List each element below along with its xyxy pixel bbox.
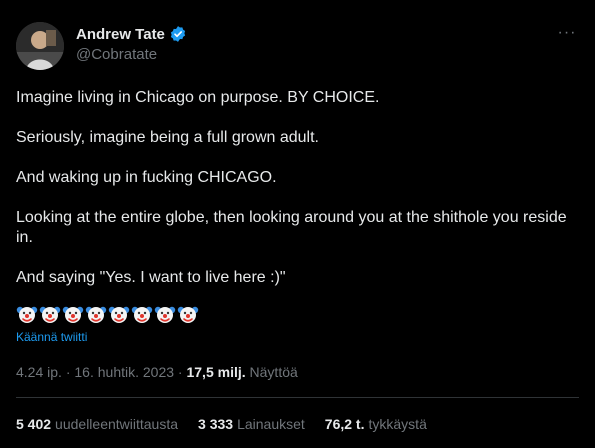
tweet-text: Imagine living in Chicago on purpose. BY… [16, 88, 576, 308]
tweet-time[interactable]: 4.24 ip. [16, 364, 62, 380]
stat-count: 3 333 [198, 416, 234, 432]
stat-likes[interactable]: 76,2 t. tykkäystä [325, 416, 427, 432]
clown-emoji-row [16, 303, 199, 325]
author-names: Andrew Tate @Cobratate [76, 25, 187, 63]
clown-face-icon [39, 303, 61, 325]
stat-label: uudelleentwiittausta [55, 416, 179, 432]
tweet-header: Andrew Tate @Cobratate ··· [16, 22, 579, 70]
views-label: Näyttöä [249, 364, 298, 380]
tweet-paragraph: And waking up in fucking CHICAGO. [16, 169, 277, 186]
stat-count: 5 402 [16, 416, 52, 432]
clown-face-icon [62, 303, 84, 325]
meta-separator: · [65, 364, 71, 380]
stat-quotes[interactable]: 3 333 Lainaukset [198, 416, 305, 432]
clown-face-icon [85, 303, 107, 325]
clown-face-icon [16, 303, 38, 325]
tweet: Andrew Tate @Cobratate ··· Imagine livin… [0, 0, 595, 448]
clown-face-icon [177, 303, 199, 325]
verified-badge-icon [169, 25, 187, 43]
translate-tweet-link[interactable]: Käännä twiitti [16, 330, 87, 344]
tweet-paragraph: Seriously, imagine being a full grown ad… [16, 129, 319, 146]
stat-retweets[interactable]: 5 402 uudelleentwiittausta [16, 416, 178, 432]
stat-label: tykkäystä [368, 416, 427, 432]
clown-face-icon [154, 303, 176, 325]
clown-face-icon [108, 303, 130, 325]
handle[interactable]: @Cobratate [76, 46, 187, 63]
avatar[interactable] [16, 22, 64, 70]
meta-separator: · [177, 364, 183, 380]
stat-count: 76,2 t. [324, 416, 365, 432]
tweet-date[interactable]: 16. huhtik. 2023 [74, 364, 174, 380]
more-options-icon[interactable]: ··· [555, 24, 579, 42]
tweet-paragraph: Imagine living in Chicago on purpose. BY… [16, 89, 380, 106]
engagement-stats: 5 402 uudelleentwiittausta 3 333 Lainaukse… [16, 416, 427, 432]
divider [16, 397, 579, 398]
display-name[interactable]: Andrew Tate [76, 26, 165, 43]
tweet-paragraph: And saying "Yes. I want to live here :)" [16, 269, 286, 286]
tweet-paragraph: Looking at the entire globe, then lookin… [16, 209, 567, 246]
clown-face-icon [131, 303, 153, 325]
stat-label: Lainaukset [237, 416, 305, 432]
tweet-meta: 4.24 ip. · 16. huhtik. 2023 · 17,5 milj.… [16, 364, 298, 380]
views-count: 17,5 milj. [186, 364, 246, 380]
